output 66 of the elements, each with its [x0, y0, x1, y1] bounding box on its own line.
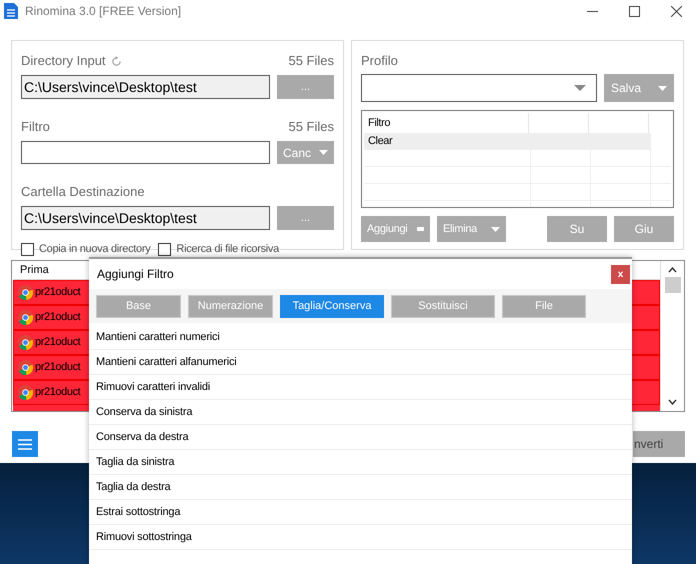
filter-option[interactable]: Rimuovi caratteri invalidi: [89, 378, 210, 396]
browse-button[interactable]: ...: [277, 75, 334, 99]
add-button[interactable]: Aggiungi: [361, 216, 430, 242]
round-logo-icon: [18, 335, 33, 350]
scroll-up-icon[interactable]: [668, 267, 677, 273]
file-count: 55 Files: [288, 52, 334, 70]
filter-option[interactable]: Rimuovi sottostringa: [89, 528, 192, 546]
file-name: pr21oduct: [35, 310, 80, 326]
round-logo-icon: [18, 285, 33, 300]
file-count: 55 Files: [288, 118, 334, 136]
caret-icon: [491, 226, 500, 232]
menu-icon: [417, 227, 424, 231]
file-name: pr21oduct: [35, 360, 80, 376]
checkbox[interactable]: [158, 242, 172, 256]
tab[interactable]: Base: [96, 294, 181, 318]
file-name: pr21oduct: [35, 335, 80, 350]
list-row[interactable]: Clear: [364, 133, 651, 149]
document-icon: [4, 3, 18, 19]
scrollbar[interactable]: [660, 261, 684, 411]
save-dropdown-button[interactable]: Salva: [604, 74, 674, 102]
filter-option[interactable]: Taglia da sinistra: [89, 454, 174, 470]
scroll-thumb[interactable]: [664, 277, 680, 293]
maximize-icon[interactable]: [629, 6, 640, 16]
checkbox-label: Ricerca di file ricorsiva: [176, 242, 279, 257]
tab[interactable]: Taglia/Conserva: [280, 294, 384, 318]
round-logo-icon: [18, 385, 33, 400]
path-field[interactable]: C:\Users\vince\Desktop\test: [21, 206, 270, 230]
tab[interactable]: Sostituisci: [391, 294, 495, 318]
round-logo-icon: [18, 360, 33, 375]
filter-option[interactable]: Estrai sottostringa: [89, 504, 180, 520]
window-title: Rinomina 3.0 [FREE Version]: [25, 3, 182, 20]
round-logo-icon: [18, 310, 33, 325]
filter-field[interactable]: [21, 141, 270, 164]
caret-icon: [658, 86, 667, 90]
profile-combobox[interactable]: [361, 74, 597, 102]
delete-dropdown-button[interactable]: Elimina: [437, 216, 506, 242]
minimize-icon[interactable]: [587, 10, 598, 12]
close-button[interactable]: x: [611, 264, 630, 284]
scroll-down-icon[interactable]: [668, 399, 677, 405]
filter-option[interactable]: Taglia da destra: [89, 478, 170, 496]
filter-option[interactable]: Conserva da sinistra: [89, 404, 192, 420]
filter-option[interactable]: Conserva da destra: [89, 428, 188, 446]
checkbox-label: Copia in nuova directory: [39, 242, 150, 257]
path-field[interactable]: C:\Users\vince\Desktop\test: [21, 75, 270, 99]
field-label: Profilo: [361, 52, 398, 70]
file-name: pr21oduct: [35, 285, 80, 300]
convert-button[interactable]: nverti: [633, 431, 685, 457]
field-label: Cartella Destinazione: [21, 183, 145, 202]
menu-button[interactable]: [12, 431, 38, 457]
field-label: Directory Input: [21, 52, 106, 70]
filter-option[interactable]: Mantieni caratteri alfanumerici: [89, 354, 237, 370]
dialog-title: Aggiungi Filtro: [97, 266, 174, 283]
filter-option[interactable]: Mantieni caratteri numerici: [89, 328, 220, 346]
menu-icon: [18, 438, 32, 450]
move-down-button[interactable]: Giu: [614, 216, 674, 242]
file-name: pr21oduct: [35, 385, 80, 400]
caret-icon: [574, 85, 586, 91]
cancel-dropdown-button[interactable]: Canc: [277, 141, 334, 164]
tab[interactable]: Numerazione: [188, 294, 273, 318]
checkbox[interactable]: [21, 242, 34, 256]
move-up-button[interactable]: Su: [547, 216, 607, 242]
caret-icon: [319, 150, 328, 155]
field-label: Filtro: [21, 118, 50, 136]
browse-button[interactable]: ...: [277, 206, 334, 230]
close-icon[interactable]: [671, 6, 682, 16]
tab[interactable]: File: [502, 294, 586, 318]
